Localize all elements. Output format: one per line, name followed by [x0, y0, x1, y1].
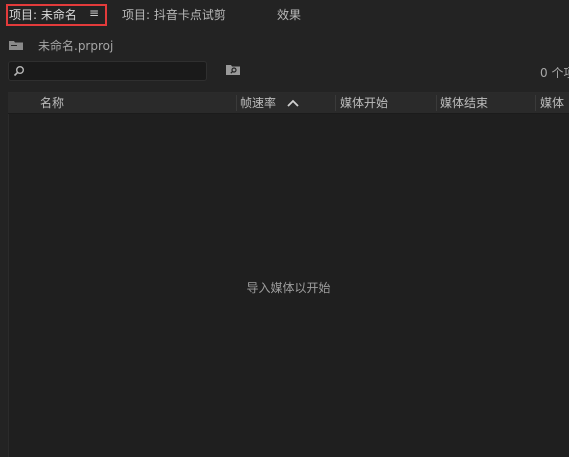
sort-ascending-icon[interactable]	[287, 99, 299, 107]
project-bin-icon	[9, 41, 23, 50]
tab-project-douyin[interactable]: 项目: 抖音卡点试剪	[122, 6, 226, 24]
column-divider[interactable]	[335, 95, 336, 111]
column-divider[interactable]	[236, 95, 237, 111]
column-header-name[interactable]: 名称	[40, 93, 64, 113]
search-icon	[13, 66, 24, 77]
column-header-row: 名称 帧速率 媒体开始 媒体结束 媒体	[8, 93, 569, 114]
project-path-row: 未命名.prproj	[0, 34, 569, 56]
search-input[interactable]	[8, 61, 207, 81]
column-divider[interactable]	[436, 95, 437, 111]
column-header-frame-rate[interactable]: 帧速率	[240, 93, 276, 113]
selection-highlight	[6, 4, 107, 26]
item-count: 0 个项	[540, 66, 569, 80]
column-header-media-duration[interactable]: 媒体	[540, 93, 564, 113]
panel-tab-bar: 项目: 未命名 ≡ 项目: 抖音卡点试剪 效果	[0, 0, 569, 29]
column-header-media-end[interactable]: 媒体结束	[440, 93, 488, 113]
media-list[interactable]: 名称 帧速率 媒体开始 媒体结束 媒体 导入媒体以开始	[8, 92, 569, 457]
project-file-name: 未命名.prproj	[38, 39, 114, 53]
column-divider[interactable]	[535, 95, 536, 111]
find-folder-icon[interactable]	[225, 64, 241, 76]
tab-effects[interactable]: 效果	[277, 6, 301, 24]
empty-state-message: 导入媒体以开始	[246, 281, 331, 295]
column-header-media-start[interactable]: 媒体开始	[340, 93, 388, 113]
